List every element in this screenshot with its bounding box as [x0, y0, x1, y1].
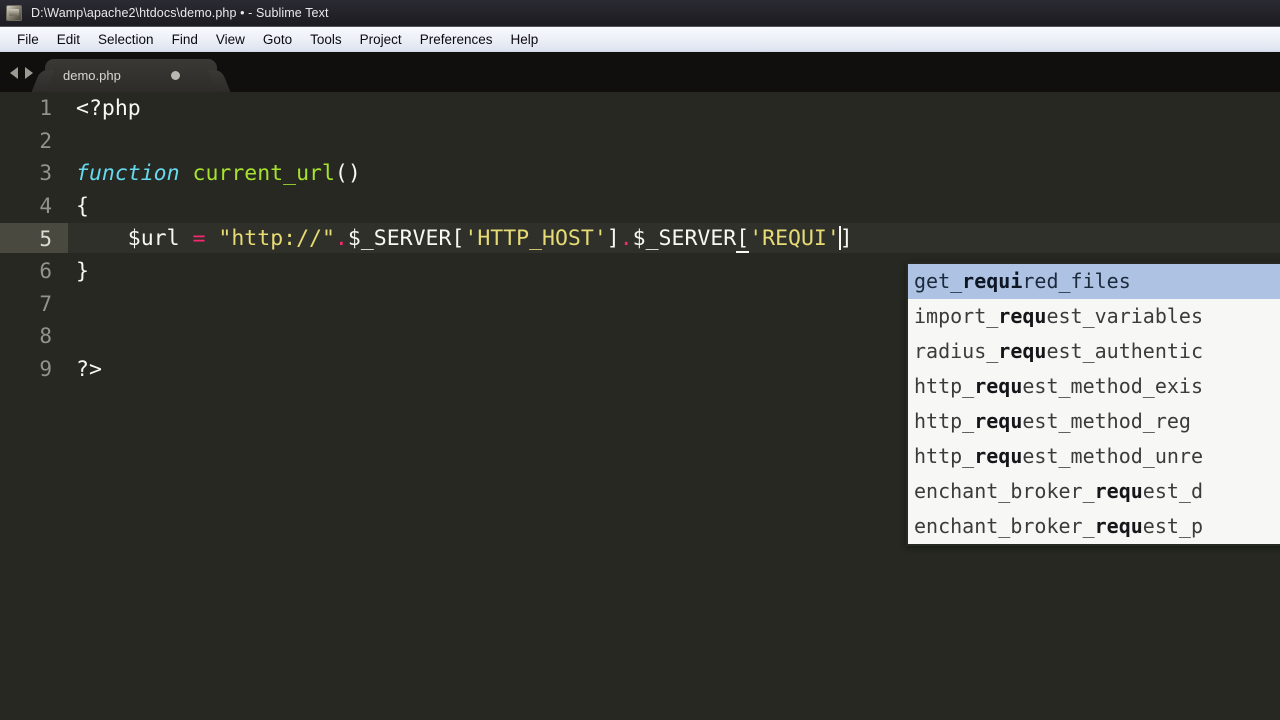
token-bracket-close-2: ]: [839, 226, 853, 252]
arrow-left-icon[interactable]: [10, 67, 18, 79]
window-title: D:\Wamp\apache2\htdocs\demo.php • - Subl…: [31, 6, 329, 20]
code-text: {: [68, 194, 89, 219]
arrow-right-icon[interactable]: [25, 67, 33, 79]
autocomplete-item-match: requ: [974, 444, 1023, 468]
token-concat-operator-1: .: [334, 226, 348, 252]
autocomplete-item-prefix: import_: [914, 304, 999, 328]
line-number: 5: [39, 226, 52, 251]
autocomplete-item[interactable]: http_request_method_exis: [908, 369, 1280, 404]
code-line-3: 3 function current_url(): [0, 157, 1280, 190]
autocomplete-item-prefix: enchant_broker_: [914, 479, 1095, 503]
autocomplete-item-prefix: get_: [914, 269, 963, 293]
autocomplete-item[interactable]: enchant_broker_request_d: [908, 474, 1280, 509]
menu-bar: File Edit Selection Find View Goto Tools…: [0, 26, 1280, 52]
autocomplete-item[interactable]: radius_request_authentic: [908, 334, 1280, 369]
menu-item-file[interactable]: File: [8, 30, 48, 49]
tab-demo-php[interactable]: demo.php: [45, 59, 217, 92]
token-bracket-open-matched: [: [736, 226, 750, 254]
autocomplete-item[interactable]: http_request_method_reg: [908, 404, 1280, 439]
title-bar: D:\Wamp\apache2\htdocs\demo.php • - Subl…: [0, 0, 1280, 26]
code-line-5: 5 $url = "http://".$_SERVER['HTTP_HOST']…: [0, 222, 1280, 255]
autocomplete-item-match: requ: [1094, 479, 1143, 503]
line-number: 9: [39, 357, 52, 382]
menu-item-selection[interactable]: Selection: [89, 30, 163, 49]
token-key-requi: 'REQUI': [749, 226, 840, 252]
token-concat-operator-2: .: [619, 226, 633, 252]
code-line-1: 1 <?php: [0, 92, 1280, 125]
menu-item-tools[interactable]: Tools: [301, 30, 351, 49]
token-function-name: current_url: [192, 160, 335, 186]
code-line-4: 4 {: [0, 190, 1280, 223]
menu-item-find[interactable]: Find: [163, 30, 207, 49]
token-bracket-close-1: ]: [606, 226, 620, 252]
code-text: function current_url(): [68, 161, 361, 186]
tab-dirty-indicator-icon[interactable]: [170, 71, 180, 80]
token-open-tag: <?php: [76, 95, 141, 121]
autocomplete-item-prefix: http_: [914, 409, 975, 433]
autocomplete-popup[interactable]: get_required_files import_request_variabl…: [906, 262, 1280, 546]
autocomplete-item-suffix: est_method_unre: [1022, 444, 1204, 468]
autocomplete-item[interactable]: import_request_variables: [908, 299, 1280, 334]
code-text: ?>: [68, 357, 102, 382]
menu-item-view[interactable]: View: [207, 30, 254, 49]
line-number: 6: [39, 259, 52, 284]
menu-item-edit[interactable]: Edit: [48, 30, 89, 49]
menu-item-project[interactable]: Project: [351, 30, 411, 49]
menu-item-goto[interactable]: Goto: [254, 30, 301, 49]
token-close-tag: ?>: [76, 356, 102, 382]
line-number: 4: [39, 194, 52, 219]
autocomplete-item-prefix: enchant_broker_: [914, 514, 1095, 538]
autocomplete-item-match: requ: [998, 304, 1047, 328]
token-keyword-function: function: [76, 160, 180, 186]
sublime-text-window: D:\Wamp\apache2\htdocs\demo.php • - Subl…: [0, 0, 1280, 720]
autocomplete-item-prefix: radius_: [914, 339, 999, 363]
autocomplete-item-suffix: est_p: [1142, 514, 1204, 538]
token-assign-operator: =: [192, 226, 206, 252]
autocomplete-item-prefix: http_: [914, 374, 975, 398]
token-variable-url: $url: [127, 226, 180, 252]
autocomplete-item-match: requ: [974, 374, 1023, 398]
autocomplete-item-prefix: http_: [914, 444, 975, 468]
token-key-http-host: 'HTTP_HOST': [464, 226, 607, 252]
token-string-http: "http://": [218, 226, 335, 252]
line-number: 1: [39, 96, 52, 121]
code-text: <?php: [68, 96, 141, 121]
line-number: 7: [39, 291, 52, 316]
autocomplete-item-suffix: red_files: [1022, 269, 1131, 293]
tab-label: demo.php: [63, 68, 121, 83]
autocomplete-item[interactable]: http_request_method_unre: [908, 439, 1280, 474]
autocomplete-item-suffix: est_method_exis: [1022, 374, 1204, 398]
menu-item-help[interactable]: Help: [502, 30, 548, 49]
token-open-brace: {: [76, 193, 89, 219]
autocomplete-item-match: requ: [1094, 514, 1143, 538]
autocomplete-item[interactable]: get_required_files: [908, 264, 1280, 299]
token-parens: (): [334, 160, 361, 186]
autocomplete-item-match: requ: [974, 409, 1023, 433]
token-server-superglobal-2: $_SERVER: [632, 226, 737, 252]
line-number: 2: [39, 128, 52, 153]
autocomplete-item-suffix: est_d: [1142, 479, 1204, 503]
autocomplete-item-suffix: est_method_reg: [1022, 409, 1191, 433]
tab-strip: demo.php: [0, 52, 1280, 92]
line-number: 8: [39, 324, 52, 349]
token-close-brace: }: [76, 258, 89, 284]
code-line-2: 2: [0, 125, 1280, 158]
autocomplete-item-match: requi: [962, 269, 1023, 293]
autocomplete-item[interactable]: enchant_broker_request_p: [908, 509, 1280, 544]
menu-item-preferences[interactable]: Preferences: [411, 30, 502, 49]
token-server-superglobal-1: $_SERVER[: [347, 226, 465, 252]
autocomplete-item-suffix: est_authentic: [1046, 339, 1204, 363]
line-number: 3: [39, 161, 52, 186]
code-text: $url = "http://".$_SERVER['HTTP_HOST'].$…: [68, 226, 853, 254]
autocomplete-item-match: requ: [998, 339, 1047, 363]
autocomplete-item-suffix: est_variables: [1046, 304, 1204, 328]
sublime-text-icon: [6, 5, 22, 21]
code-text: }: [68, 259, 89, 284]
